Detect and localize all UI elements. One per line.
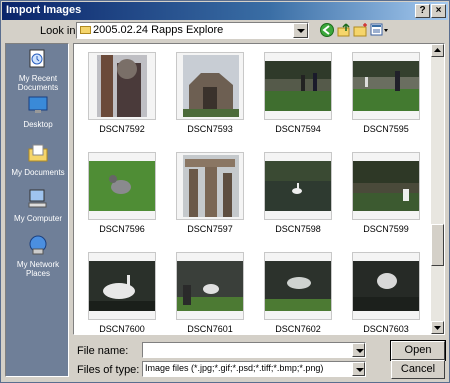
place-label: My Documents	[11, 168, 65, 177]
file-thumbnail[interactable]	[88, 52, 156, 120]
file-name: DSCN7594	[275, 124, 321, 134]
chevron-down-icon[interactable]	[293, 23, 308, 38]
chevron-down-icon[interactable]	[352, 362, 365, 376]
help-button[interactable]: ?	[415, 4, 430, 18]
network-places-icon	[29, 235, 47, 255]
place-label: My Network Places	[16, 260, 60, 278]
file-thumbnail[interactable]	[352, 152, 420, 220]
file-name-label: File name:	[77, 345, 129, 357]
window-title: Import Images	[6, 4, 82, 16]
file-name: DSCN7601	[187, 324, 233, 334]
place-label: My Computer	[13, 214, 62, 223]
scroll-down-button[interactable]	[431, 321, 444, 334]
file-name: DSCN7602	[275, 324, 321, 334]
place-label: My Recent Documents	[17, 74, 59, 92]
file-name: DSCN7599	[363, 224, 409, 234]
file-name-field[interactable]	[142, 342, 366, 358]
file-thumbnail[interactable]	[264, 152, 332, 220]
open-button[interactable]: Open	[390, 340, 446, 361]
look-in-dropdown[interactable]: 2005.02.24 Rapps Explore	[76, 22, 309, 39]
title-bar: Import Images ? ×	[2, 2, 448, 20]
look-in-value: 2005.02.24 Rapps Explore	[93, 24, 224, 36]
file-type-value: Image files (*.jpg;*.gif;*.psd;*.tiff;*.…	[145, 363, 324, 373]
place-label: Desktop	[23, 120, 53, 129]
place-my-computer[interactable]: My Computer	[6, 188, 70, 223]
file-thumbnail[interactable]	[264, 52, 332, 120]
file-type-label: Files of type:	[77, 364, 140, 376]
import-images-dialog: Import Images ? × Look in: 2005.02.24 Ra…	[0, 0, 450, 383]
file-name: DSCN7593	[187, 124, 233, 134]
place-desktop[interactable]: Desktop	[6, 94, 70, 129]
my-computer-icon	[28, 189, 47, 208]
file-thumbnail[interactable]	[88, 152, 156, 220]
place-my-documents[interactable]: My Documents	[6, 142, 70, 177]
file-thumbnail[interactable]	[352, 52, 420, 120]
file-thumbnail[interactable]	[176, 252, 244, 320]
file-name: DSCN7603	[363, 324, 409, 334]
arrow-up-icon	[434, 48, 441, 52]
file-thumbnail[interactable]	[176, 152, 244, 220]
file-name: DSCN7592	[99, 124, 145, 134]
places-bar: My Recent Documents Desktop My Documents…	[5, 43, 69, 377]
desktop-icon	[28, 96, 48, 113]
file-thumbnail[interactable]	[352, 252, 420, 320]
up-one-level-icon[interactable]	[336, 22, 352, 38]
place-network-places[interactable]: My Network Places	[6, 234, 70, 278]
file-type-select[interactable]: Image files (*.jpg;*.gif;*.psd;*.tiff;*.…	[142, 361, 366, 377]
my-documents-icon	[28, 144, 48, 162]
recent-documents-icon	[29, 49, 45, 68]
folder-icon	[80, 26, 91, 34]
arrow-down-icon	[434, 326, 441, 330]
file-list-scrollbar[interactable]	[431, 44, 444, 334]
file-thumbnail[interactable]	[88, 252, 156, 320]
scroll-up-button[interactable]	[431, 44, 444, 57]
cancel-button[interactable]: Cancel	[391, 360, 445, 379]
file-name: DSCN7597	[187, 224, 233, 234]
file-thumbnail[interactable]	[176, 52, 244, 120]
file-thumbnail[interactable]	[264, 252, 332, 320]
close-button[interactable]: ×	[431, 4, 446, 18]
scroll-thumb[interactable]	[431, 224, 444, 266]
place-recent-documents[interactable]: My Recent Documents	[6, 48, 70, 92]
file-name: DSCN7598	[275, 224, 321, 234]
file-name: DSCN7600	[99, 324, 145, 334]
back-icon[interactable]	[319, 22, 335, 38]
file-name: DSCN7595	[363, 124, 409, 134]
file-name: DSCN7596	[99, 224, 145, 234]
chevron-down-icon[interactable]	[352, 343, 365, 357]
new-folder-icon[interactable]	[353, 22, 369, 38]
views-menu-icon[interactable]	[370, 22, 390, 38]
file-list[interactable]: DSCN7592 DSCN7593 DSCN7594 DSCN7595 DSCN…	[73, 43, 445, 335]
look-in-label: Look in:	[40, 25, 79, 37]
